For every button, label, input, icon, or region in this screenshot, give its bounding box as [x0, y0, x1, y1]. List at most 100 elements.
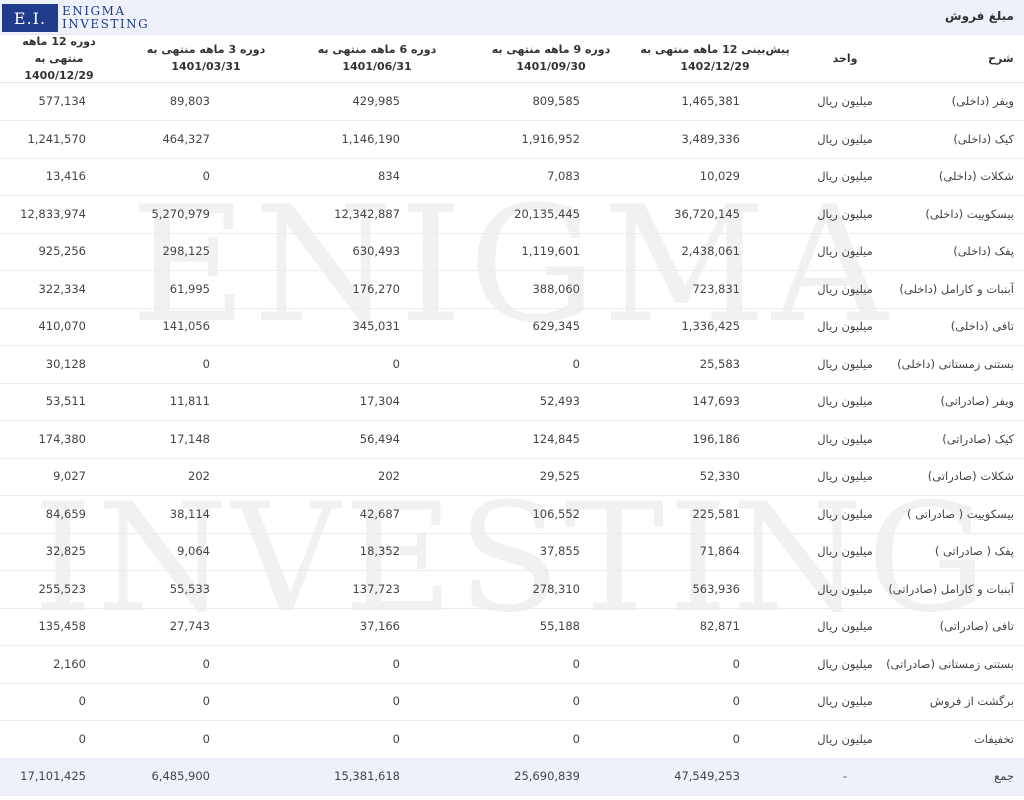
cell-v3: 9,064	[177, 544, 210, 558]
cell-v3: 61,995	[169, 281, 210, 296]
cell-v3: 27,743	[169, 619, 210, 633]
cell-unit: میلیون ریال	[817, 169, 873, 183]
header-6m: دوره 6 ماهه منتهی به 1401/06/31	[317, 43, 437, 73]
cell-v4: 30,128	[45, 356, 86, 371]
header-12m-prev: دوره 12 ماهه منتهی به 1400/12/29	[22, 34, 96, 82]
cell-v0: 196,186	[692, 431, 740, 446]
cell-v3: 89,803	[169, 94, 210, 108]
cell-v4: 13,416	[45, 169, 86, 183]
cell-unit: میلیون ریال	[817, 206, 873, 221]
cell-v0: 563,936	[692, 581, 740, 596]
cell-v1: 55,188	[539, 619, 580, 633]
cell-unit: میلیون ریال	[817, 731, 873, 746]
cell-v1: 124,845	[532, 431, 580, 446]
cell-desc: بستنی زمستانی (صادراتی)	[886, 656, 1014, 671]
cell-unit: میلیون ریال	[817, 581, 873, 596]
cell-v3: 141,056	[162, 319, 210, 333]
cell-v1: 106,552	[532, 506, 580, 521]
cell-v0: 36,720,145	[674, 206, 740, 221]
cell-v0: 3,489,336	[681, 131, 740, 146]
cell-v2: 1,146,190	[341, 131, 400, 146]
cell-v2: 137,723	[352, 581, 400, 596]
cell-v2: 834	[378, 169, 400, 183]
cell-v3: 298,125	[162, 244, 210, 258]
cell-desc: بستنی زمستانی (داخلی)	[897, 356, 1014, 371]
cell-v1: 809,585	[532, 94, 580, 108]
cell-v2: 0	[392, 694, 400, 708]
cell-v0: 47,549,253	[674, 769, 740, 783]
table-row: بیسکوییت ( صادراتی ) میلیون ریال 225,581 10…	[0, 496, 1024, 534]
cell-desc: برگشت از فروش	[929, 694, 1014, 708]
cell-v1: 0	[572, 694, 580, 708]
cell-v2: 37,166	[359, 619, 400, 633]
cell-unit: میلیون ریال	[817, 394, 873, 408]
cell-v4: 17,101,425	[20, 769, 86, 783]
cell-v0: 10,029	[699, 169, 740, 183]
cell-unit: میلیون ریال	[817, 244, 873, 258]
logo-wordmark: ENIGMA INVESTING	[62, 5, 149, 31]
logo-mark: E.I.	[2, 4, 58, 32]
cell-v3: 55,533	[169, 581, 210, 596]
page-title: مبلغ فروش	[945, 9, 1014, 23]
cell-v1: 52,493	[539, 394, 580, 408]
table-row: کیک (صادراتی) میلیون ریال 196,186 124,845 56…	[0, 421, 1024, 459]
cell-v4: 174,380	[38, 431, 86, 446]
cell-unit: میلیون ریال	[817, 131, 873, 146]
table-row: تخفیفات میلیون ریال 0 0 0 0 0	[0, 721, 1024, 759]
cell-unit: میلیون ریال	[817, 694, 873, 708]
cell-unit: -	[842, 769, 848, 783]
cell-v4: 925,256	[38, 244, 86, 258]
cell-v4: 255,523	[38, 581, 86, 596]
cell-v0: 52,330	[699, 469, 740, 483]
cell-desc: آبنبات و کارامل (داخلی)	[899, 281, 1014, 296]
cell-v3: 0	[202, 656, 210, 671]
cell-v2: 630,493	[352, 244, 400, 258]
cell-v0: 71,864	[699, 544, 740, 558]
logo-line2: INVESTING	[62, 17, 150, 31]
cell-v2: 429,985	[352, 94, 400, 108]
cell-unit: میلیون ریال	[817, 356, 873, 371]
cell-v1: 37,855	[539, 544, 580, 558]
cell-v1: 388,060	[532, 281, 580, 296]
cell-v3: 5,270,979	[151, 206, 210, 221]
cell-v4: 32,825	[45, 544, 86, 558]
cell-v3: 11,811	[169, 394, 210, 408]
cell-v2: 0	[392, 356, 400, 371]
header-9m: دوره 9 ماهه منتهی به 1401/09/30	[491, 43, 611, 73]
cell-v0: 1,465,381	[681, 94, 740, 108]
table-row: آبنبات و کارامل (صادراتی) میلیون ریال 563,…	[0, 571, 1024, 609]
table-row: ویفر (داخلی) میلیون ریال 1,465,381 809,585 4…	[0, 83, 1024, 121]
cell-v1: 629,345	[532, 319, 580, 333]
cell-v2: 0	[392, 656, 400, 671]
cell-desc: جمع	[994, 769, 1014, 783]
table-row: پفک (داخلی) میلیون ریال 2,438,061 1,119,601…	[0, 233, 1024, 271]
cell-v0: 2,438,061	[681, 244, 740, 258]
cell-v3: 6,485,900	[151, 769, 210, 783]
table-row: شکلات (داخلی) میلیون ریال 10,029 7,083 834 0 1…	[0, 158, 1024, 196]
cell-v4: 577,134	[38, 94, 86, 108]
cell-v4: 9,027	[53, 469, 86, 483]
cell-v0: 0	[732, 694, 740, 708]
cell-v1: 1,916,952	[521, 131, 580, 146]
cell-desc: پفک ( صادراتی )	[934, 544, 1014, 558]
table-row: بستنی زمستانی (داخلی) میلیون ریال 25,583 0 0…	[0, 346, 1024, 384]
header-forecast: پیش‌بینی 12 ماهه منتهی به 1402/12/29	[640, 43, 790, 73]
cell-desc: آبنبات و کارامل (صادراتی)	[888, 581, 1014, 596]
cell-v2: 56,494	[359, 431, 400, 446]
cell-desc: شکلات (داخلی)	[938, 169, 1014, 183]
table-row: بیسکوییت (داخلی) میلیون ریال 36,720,145 20,…	[0, 196, 1024, 234]
cell-desc: پفک (داخلی)	[953, 244, 1014, 258]
cell-desc: کیک (داخلی)	[953, 131, 1014, 146]
cell-desc: ویفر (داخلی)	[951, 94, 1014, 108]
table-row: پفک ( صادراتی ) میلیون ریال 71,864 37,855 18…	[0, 533, 1024, 571]
cell-desc: تافی (داخلی)	[950, 319, 1014, 333]
cell-v1: 1,119,601	[521, 244, 580, 258]
cell-v3: 38,114	[169, 506, 210, 521]
cell-v2: 202	[378, 469, 400, 483]
header-3m: دوره 3 ماهه منتهی به 1401/03/31	[146, 43, 266, 73]
cell-unit: میلیون ریال	[817, 656, 873, 671]
cell-v4: 12,833,974	[20, 206, 86, 221]
cell-v2: 18,352	[359, 544, 400, 558]
cell-v3: 0	[202, 169, 210, 183]
table-header: شرح واحد پیش‌بینی 12 ماهه منتهی به 1402/…	[0, 34, 1024, 83]
